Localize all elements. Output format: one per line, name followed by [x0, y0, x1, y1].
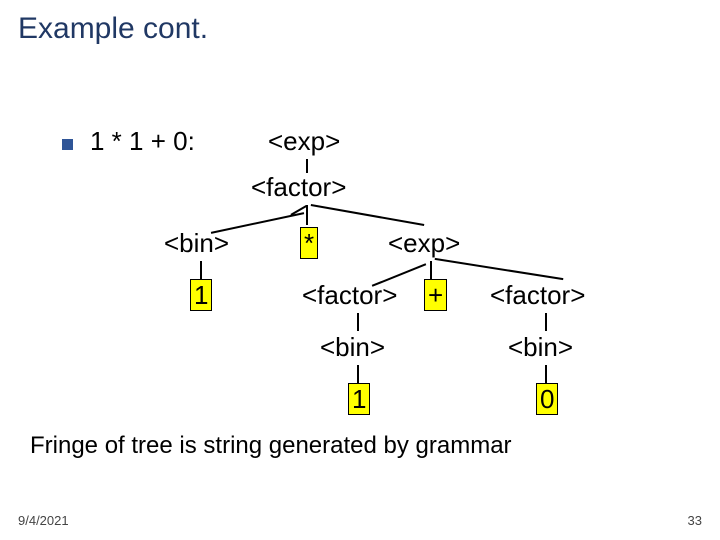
- node-exp-root: <exp>: [268, 126, 340, 157]
- tree-edge: [213, 213, 214, 215]
- leaf-one-left: 1: [190, 279, 212, 311]
- tree-edge: [306, 205, 308, 225]
- bullet-icon: [62, 139, 73, 150]
- tree-edge: [200, 261, 202, 279]
- tree-edge: [357, 365, 359, 383]
- tree-edge: [306, 159, 308, 173]
- tree-edge: [357, 313, 359, 331]
- footer-date: 9/4/2021: [18, 513, 69, 528]
- bullet-expression: 1 * 1 + 0:: [90, 126, 195, 157]
- tree-edge: [430, 261, 432, 279]
- tree-edge: [545, 365, 547, 383]
- node-star: *: [300, 228, 318, 259]
- node-bin-mid: <bin>: [320, 332, 385, 363]
- node-plus: +: [424, 280, 447, 311]
- footer-page-number: 33: [688, 513, 702, 528]
- leaf-plus: +: [424, 279, 447, 311]
- leaf-one-mid: 1: [348, 383, 370, 415]
- node-bin-left: <bin>: [164, 228, 229, 259]
- slide-title: Example cont.: [18, 12, 208, 46]
- node-one-mid: 1: [348, 384, 370, 415]
- node-bin-right: <bin>: [508, 332, 573, 363]
- tree-edge: [260, 204, 261, 206]
- leaf-star: *: [300, 227, 318, 259]
- node-factor-root: <factor>: [251, 172, 346, 203]
- node-one-left: 1: [190, 280, 212, 311]
- node-factor-right: <factor>: [490, 280, 585, 311]
- node-zero-right: 0: [536, 384, 558, 415]
- node-factor-mid: <factor>: [302, 280, 397, 311]
- leaf-zero-right: 0: [536, 383, 558, 415]
- tree-edge: [435, 258, 564, 280]
- tree-edge: [545, 313, 547, 331]
- tree-edge: [311, 204, 425, 226]
- node-exp-right: <exp>: [388, 228, 460, 259]
- caption-text: Fringe of tree is string generated by gr…: [30, 432, 512, 460]
